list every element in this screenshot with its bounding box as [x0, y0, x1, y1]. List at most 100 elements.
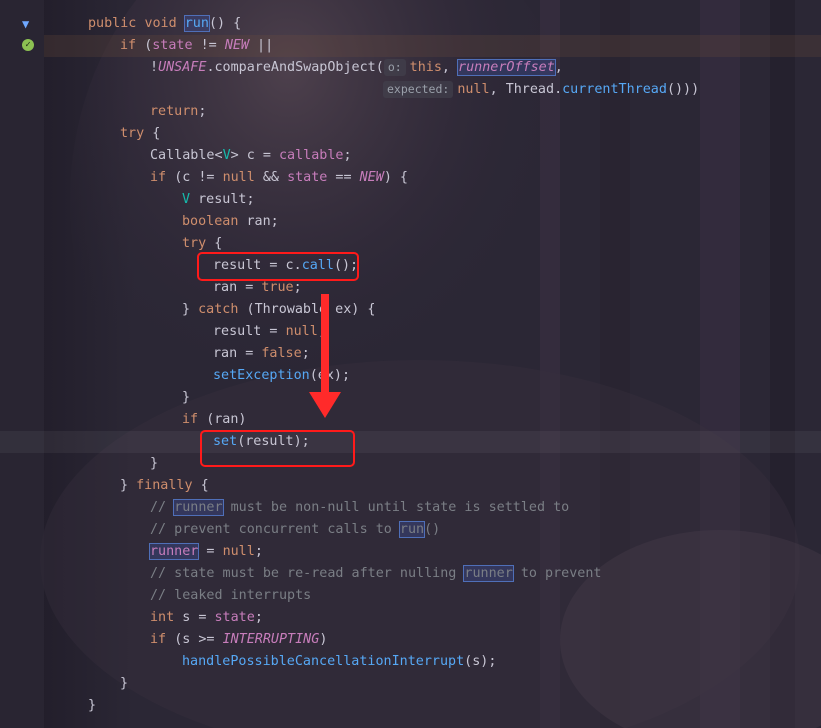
code-token: ran = [213, 346, 262, 361]
code-token: state [214, 610, 255, 625]
code-token: run [398, 521, 426, 538]
code-token: // leaked interrupts [150, 588, 312, 603]
code-line[interactable]: // state must be re-read after nulling r… [0, 563, 821, 585]
code-line[interactable]: result = c.call(); [0, 255, 821, 277]
code-token: , [441, 60, 459, 75]
code-token: ())) [666, 82, 700, 97]
code-line[interactable]: expected: null, Thread.currentThread())) [0, 79, 821, 101]
code-line[interactable]: } [0, 387, 821, 409]
code-line[interactable]: public void run() { [0, 13, 821, 35]
code-line[interactable]: if (s >= INTERRUPTING) [0, 629, 821, 651]
code-line[interactable]: try { [0, 233, 821, 255]
code-token: () [424, 522, 441, 537]
code-text: } [88, 695, 96, 717]
code-token: int [150, 610, 183, 625]
code-token: ran = [213, 280, 262, 295]
code-token: } [182, 302, 199, 317]
code-token: callable [279, 148, 344, 163]
code-text: ran = false; [213, 343, 310, 365]
code-token: void [144, 16, 185, 31]
code-line[interactable]: Callable<V> c = callable; [0, 145, 821, 167]
code-line[interactable]: // runner must be non-null until state i… [0, 497, 821, 519]
code-line[interactable]: ran = true; [0, 277, 821, 299]
code-token: runner [173, 499, 224, 516]
code-text: return; [150, 101, 206, 123]
code-line[interactable]: // leaked interrupts [0, 585, 821, 607]
code-token: try [182, 236, 215, 251]
code-token: ) { [383, 170, 408, 185]
code-token: null [222, 544, 255, 559]
code-line[interactable]: } finally { [0, 475, 821, 497]
code-text: public void run() { [88, 13, 241, 35]
code-line[interactable]: boolean ran; [0, 211, 821, 233]
code-token: } [88, 698, 97, 713]
code-token: // prevent concurrent calls to [150, 522, 400, 537]
code-token: true [261, 280, 294, 295]
code-token: setException [213, 368, 310, 383]
code-token: == [327, 170, 360, 185]
code-token: ; [293, 280, 302, 295]
code-token: (ran) [206, 412, 247, 427]
code-line[interactable]: } [0, 453, 821, 475]
code-line[interactable]: if (c != null && state == NEW) { [0, 167, 821, 189]
code-line[interactable]: result = null; [0, 321, 821, 343]
code-token: Thread [505, 82, 555, 97]
code-token: // state must be re-read after nulling [150, 566, 465, 581]
code-line[interactable]: !UNSAFE.compareAndSwapObject(o: this, run… [0, 57, 821, 79]
code-line[interactable]: } [0, 673, 821, 695]
code-token: = [198, 544, 223, 559]
code-token: ran; [246, 214, 279, 229]
annotation-arrow [321, 294, 329, 396]
code-token: handlePossibleCancellationInterrupt [182, 654, 465, 669]
code-line[interactable]: set(result); [0, 431, 821, 453]
code-text: try { [120, 123, 160, 145]
code-line[interactable]: setException(ex); [0, 365, 821, 387]
code-text: } [150, 453, 158, 475]
code-token: } [182, 390, 191, 405]
code-line[interactable]: // prevent concurrent calls to run() [0, 519, 821, 541]
code-line[interactable]: handlePossibleCancellationInterrupt(s); [0, 651, 821, 673]
code-token: ; [198, 104, 207, 119]
code-text: } [182, 387, 190, 409]
code-token: false [261, 346, 302, 361]
code-token: . [554, 82, 563, 97]
code-text: } [120, 673, 128, 695]
code-token: { [152, 126, 161, 141]
code-line[interactable]: runner = null; [0, 541, 821, 563]
code-text: if (s >= INTERRUPTING) [150, 629, 327, 651]
code-line[interactable]: ran = false; [0, 343, 821, 365]
code-line[interactable]: V result; [0, 189, 821, 211]
parameter-hint: expected: [383, 81, 454, 98]
code-token: , [489, 82, 506, 97]
code-text: Callable<V> c = callable; [150, 145, 352, 167]
code-line[interactable]: if (ran) [0, 409, 821, 431]
code-line[interactable]: if (state != NEW || [0, 35, 821, 57]
code-token: { [214, 236, 223, 251]
code-token: ; [254, 544, 263, 559]
code-text: // leaked interrupts [150, 585, 311, 607]
code-token: to prevent [512, 566, 602, 581]
code-token: () { [208, 16, 242, 31]
code-line[interactable]: try { [0, 123, 821, 145]
code-token: must be non-null until state is settled … [222, 500, 570, 515]
code-token: V [222, 148, 231, 163]
code-token: , [554, 60, 563, 75]
code-text: expected: null, Thread.currentThread())) [383, 79, 699, 101]
code-token: (s >= [174, 632, 223, 647]
code-token: // [150, 500, 175, 515]
code-token: } [150, 456, 159, 471]
code-line[interactable]: int s = state; [0, 607, 821, 629]
code-line[interactable]: } [0, 695, 821, 717]
code-token: s = [182, 610, 215, 625]
code-line[interactable]: } catch (Throwable ex) { [0, 299, 821, 321]
code-token: != [192, 38, 225, 53]
code-token: NEW [224, 38, 249, 53]
code-token: result; [190, 192, 255, 207]
code-text: if (ran) [182, 409, 247, 431]
code-text: if (c != null && state == NEW) { [150, 167, 408, 189]
code-text: !UNSAFE.compareAndSwapObject(o: this, run… [150, 57, 563, 79]
code-line[interactable]: return; [0, 101, 821, 123]
code-token: public [88, 16, 145, 31]
code-token: .compareAndSwapObject( [206, 60, 384, 75]
code-token: state [152, 38, 193, 53]
